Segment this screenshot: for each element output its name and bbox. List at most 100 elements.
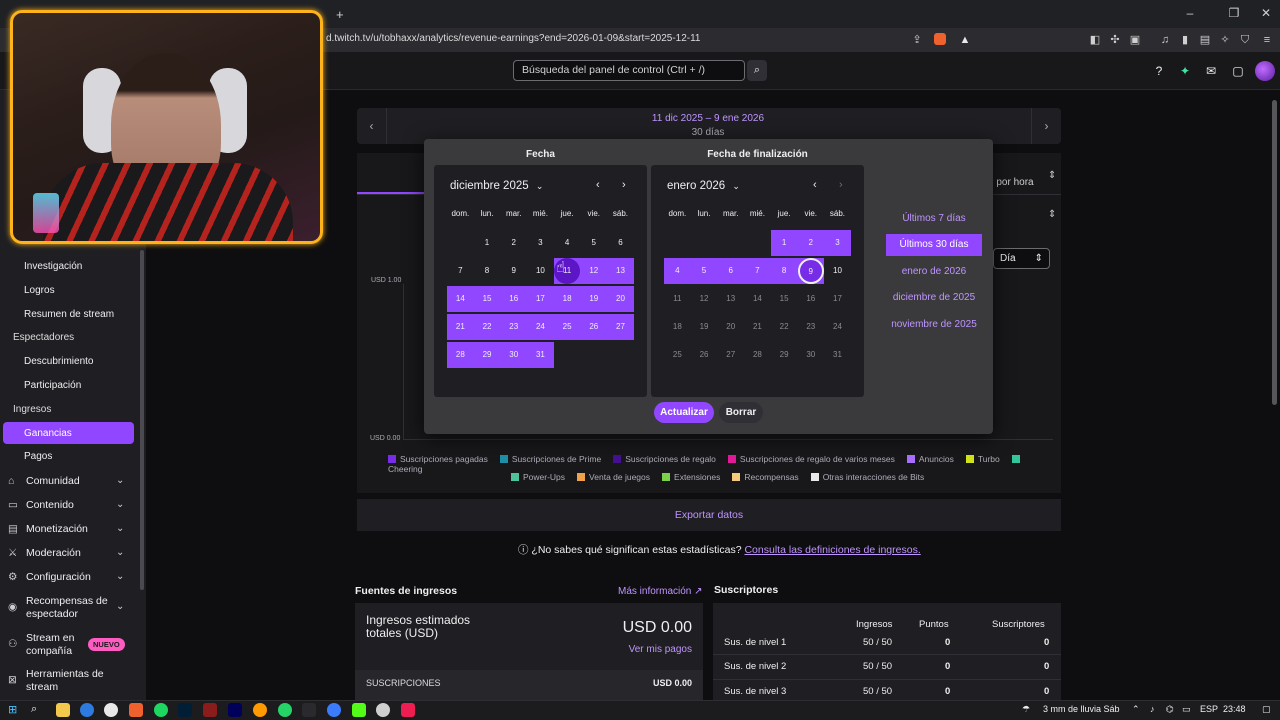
calendar-day[interactable]: 26	[691, 342, 718, 368]
calendar-day[interactable]: 3	[527, 230, 554, 256]
share-icon[interactable]: ⇪	[910, 33, 924, 47]
calendar-day[interactable]: 2	[797, 230, 825, 256]
url-text[interactable]: d.twitch.tv/u/tobhaxx/analytics/revenue-…	[326, 33, 701, 44]
calendar-day[interactable]: 15	[771, 286, 798, 312]
extensions-icon[interactable]: ✣	[1108, 33, 1122, 47]
calendar-day[interactable]: 14	[447, 286, 474, 312]
sidebar-section-herramientas[interactable]: ⊠ Herramientas de stream	[8, 668, 118, 694]
help-icon[interactable]: ?	[1151, 63, 1167, 79]
calendar-day[interactable]: 16	[500, 286, 528, 312]
calendar-day[interactable]: 19	[580, 286, 608, 312]
whatsapp-icon[interactable]	[278, 703, 292, 717]
prev-range-button[interactable]: ‹	[357, 108, 387, 144]
premiere-icon[interactable]	[228, 703, 242, 717]
sidebar-section-monetizacion[interactable]: ▤ Monetización	[8, 523, 88, 535]
legend-item[interactable]: Otras interacciones de Bits	[810, 472, 924, 482]
prev-month-button[interactable]: ‹	[596, 179, 600, 191]
notification-icon[interactable]: ▢	[1262, 704, 1271, 715]
calendar-day[interactable]: 31	[527, 342, 554, 368]
chevron-down-icon[interactable]: ⌄	[116, 523, 124, 534]
legend-item[interactable]: Suscripciones pagadas	[388, 454, 488, 464]
obs-icon[interactable]	[376, 703, 390, 717]
chevron-down-icon[interactable]: ⌄	[116, 601, 124, 612]
calendar-day[interactable]: 10	[527, 258, 554, 284]
legend-item[interactable]: Power-Ups	[511, 472, 565, 482]
calendar-day[interactable]: 20	[717, 314, 744, 340]
sidebar-section-comunidad[interactable]: ⌂ Comunidad	[8, 475, 80, 487]
close-window-button[interactable]: ✕	[1256, 6, 1276, 20]
app-icon[interactable]	[302, 703, 316, 717]
volume-icon[interactable]: ♪	[1150, 704, 1155, 714]
calendar-day[interactable]: 22	[473, 314, 501, 340]
sidebar-scrollbar[interactable]	[140, 250, 144, 590]
calendar-day[interactable]: 1	[770, 230, 798, 256]
leo-icon[interactable]: ✧	[1218, 33, 1232, 47]
windows-start-icon[interactable]: ⊞	[8, 703, 22, 717]
downloads-icon[interactable]: ▣	[1128, 33, 1142, 47]
legend-item[interactable]: Turbo	[965, 454, 1000, 464]
calendar-day[interactable]: 2	[500, 230, 527, 256]
next-range-button[interactable]: ›	[1031, 108, 1061, 144]
sidebar-section-recompensas[interactable]: ◉ Recompensas de espectador	[8, 595, 108, 621]
calendar-day[interactable]: 23	[500, 314, 528, 340]
calendar-day[interactable]: 21	[447, 314, 474, 340]
calendar-day[interactable]: 12	[580, 258, 608, 284]
photoshop-icon[interactable]	[178, 703, 192, 717]
calendar-day[interactable]: 18	[553, 286, 581, 312]
sidebar-section-moderacion[interactable]: ⚔ Moderación	[8, 547, 81, 559]
calendar-day[interactable]: 25	[664, 342, 691, 368]
clock[interactable]: 23:48	[1223, 704, 1246, 714]
brave-rewards-icon[interactable]: ▲	[958, 33, 972, 47]
export-data-button[interactable]: Exportar datos	[357, 499, 1061, 531]
calendar-day[interactable]: 7	[744, 258, 771, 284]
inbox-icon[interactable]: ✉	[1203, 63, 1219, 79]
tiktok-icon[interactable]	[401, 703, 415, 717]
legend-item[interactable]: Venta de juegos	[577, 472, 650, 482]
wallet-icon[interactable]: ▤	[1198, 33, 1212, 47]
calendar-day[interactable]: 30	[500, 342, 528, 368]
preset-november-2025[interactable]: noviembre de 2025	[876, 319, 992, 330]
menu-icon[interactable]: ≡	[1260, 33, 1274, 47]
minimize-button[interactable]: –	[1180, 6, 1200, 20]
calendar-day[interactable]: 6	[607, 230, 634, 256]
sidebar-item-logros[interactable]: Logros	[24, 285, 55, 296]
legend-item[interactable]: Suscripciones de Prime	[499, 454, 601, 464]
view-payouts-link[interactable]: Ver mis pagos	[629, 644, 692, 655]
next-month-button[interactable]: ›	[622, 179, 626, 191]
tray-arrow-icon[interactable]: ⌃	[1132, 704, 1140, 715]
month-select[interactable]: enero 2026 ⌄	[667, 180, 740, 192]
sidebar-item-resumen[interactable]: Resumen de stream	[24, 309, 114, 320]
calendar-day[interactable]: 10	[824, 258, 851, 284]
calendar-day[interactable]: 6	[717, 258, 745, 284]
brave-shield-icon[interactable]	[934, 33, 946, 45]
calendar-day[interactable]: 17	[824, 286, 851, 312]
media-icon[interactable]: ◧	[1088, 33, 1102, 47]
calendar-day[interactable]: 28	[447, 342, 474, 368]
calendar-day[interactable]: 7	[447, 258, 474, 284]
legend-item[interactable]: Extensiones	[662, 472, 720, 482]
avatar[interactable]	[1255, 61, 1275, 81]
chevron-down-icon[interactable]: ⌄	[116, 547, 124, 558]
legend-item[interactable]: Recompensas	[732, 472, 799, 482]
sidebar-item-investigacion[interactable]: Investigación	[24, 261, 82, 272]
dashboard-search-input[interactable]: Búsqueda del panel de control (Ctrl + /)	[513, 60, 745, 81]
clear-button[interactable]: Borrar	[719, 402, 763, 423]
calendar-day[interactable]: 12	[691, 286, 718, 312]
spark-icon[interactable]: ✦	[1177, 63, 1193, 79]
search-icon[interactable]: ⌕	[31, 703, 45, 717]
calendar-day[interactable]: 13	[607, 258, 634, 284]
calendar-day[interactable]: 9	[797, 258, 825, 284]
update-button[interactable]: Actualizar	[654, 402, 714, 423]
whispers-icon[interactable]: ▢	[1230, 63, 1246, 79]
chevron-down-icon[interactable]: ⌄	[116, 475, 124, 486]
calendar-day[interactable]: 5	[580, 230, 607, 256]
calendar-day[interactable]: 8	[770, 258, 798, 284]
chart-view-select[interactable]: d por hora	[988, 177, 1034, 188]
language-indicator[interactable]: ESP	[1200, 704, 1218, 714]
calendar-day[interactable]: 30	[797, 342, 824, 368]
calendar-day[interactable]: 27	[717, 342, 744, 368]
calendar-day[interactable]: 29	[771, 342, 798, 368]
sidebar-item-participacion[interactable]: Participación	[24, 380, 81, 391]
calendar-day[interactable]: 8	[474, 258, 501, 284]
music-icon[interactable]: ♫	[1158, 33, 1172, 47]
